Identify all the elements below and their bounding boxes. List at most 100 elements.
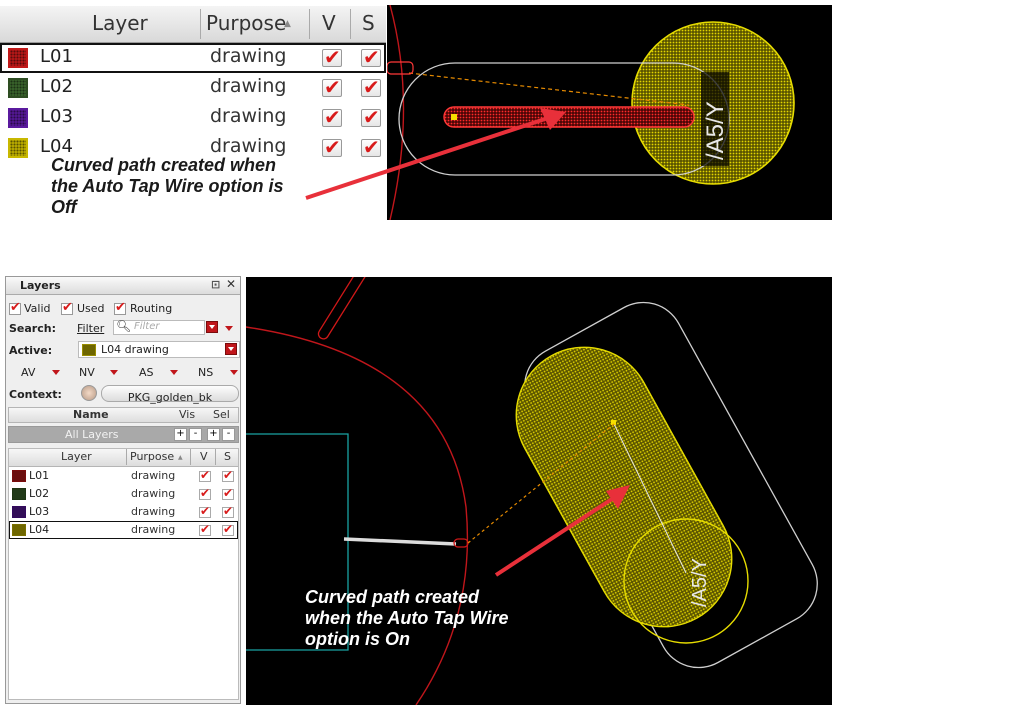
search-options-dropdown[interactable] bbox=[206, 321, 218, 333]
layer-column-header[interactable]: Layer bbox=[61, 450, 92, 463]
sort-ascending-icon: ▲ bbox=[284, 19, 291, 29]
visible-column-header[interactable]: V bbox=[322, 11, 336, 35]
routing-checkbox[interactable] bbox=[114, 300, 126, 315]
purpose-column-header[interactable]: Purpose bbox=[206, 11, 286, 35]
active-layer-value: L04 drawing bbox=[101, 343, 169, 356]
layer-purpose: drawing bbox=[210, 105, 287, 127]
active-layer-dropdown[interactable] bbox=[225, 343, 237, 355]
selectable-checkbox[interactable] bbox=[222, 468, 234, 482]
visible-checkbox[interactable] bbox=[199, 522, 211, 536]
layers-list: Layer Purpose ▲ V S L01 drawing L02 draw… bbox=[8, 448, 239, 700]
av-dropdown[interactable]: AV bbox=[21, 366, 35, 379]
all-sel-plus-button[interactable]: + bbox=[207, 428, 220, 441]
layer-color-swatch bbox=[8, 78, 28, 98]
all-layers-label: All Layers bbox=[65, 428, 119, 441]
layer-color-swatch bbox=[12, 470, 26, 482]
layers-panel: Layers ⊡ ✕ Valid Used Routing Search: Fi… bbox=[5, 276, 241, 704]
layer-name: L03 bbox=[40, 106, 73, 127]
layer-row-l03[interactable]: L03 drawing bbox=[9, 503, 238, 521]
context-user-icon[interactable] bbox=[81, 385, 97, 401]
layer-name: L02 bbox=[40, 76, 73, 97]
visible-checkbox[interactable] bbox=[199, 486, 211, 500]
layer-row-l04[interactable]: L04 drawing bbox=[9, 521, 238, 539]
layer-sets-header: Name Vis Sel bbox=[8, 407, 239, 423]
layer-purpose: drawing bbox=[131, 469, 176, 482]
selectable-checkbox[interactable] bbox=[222, 504, 234, 518]
active-layer-select[interactable]: L04 drawing bbox=[78, 341, 240, 358]
layer-row-l01[interactable]: L01 drawing bbox=[0, 43, 386, 73]
sel-column-header[interactable]: Sel bbox=[213, 408, 230, 421]
layer-purpose: drawing bbox=[131, 505, 176, 518]
layer-row-l02[interactable]: L02 drawing bbox=[0, 73, 386, 103]
net-label: /A5/Y bbox=[689, 558, 711, 607]
name-column-header[interactable]: Name bbox=[73, 408, 109, 421]
layer-color-swatch bbox=[12, 488, 26, 500]
active-layer-swatch bbox=[82, 344, 96, 356]
callout-arrow-top bbox=[305, 108, 566, 200]
layer-table-header: Layer Purpose ▲ V S bbox=[0, 6, 386, 43]
layer-row-l02[interactable]: L02 drawing bbox=[9, 485, 238, 503]
filter-button[interactable]: Filter bbox=[77, 322, 104, 335]
used-label: Used bbox=[77, 302, 105, 315]
visible-checkbox[interactable] bbox=[199, 468, 211, 482]
active-label: Active: bbox=[9, 344, 53, 357]
layer-name: L01 bbox=[29, 469, 50, 482]
context-label: Context: bbox=[9, 388, 62, 401]
layer-color-swatch bbox=[8, 138, 28, 158]
svg-text:/A5/Y: /A5/Y bbox=[702, 101, 729, 160]
visible-checkbox[interactable] bbox=[199, 504, 211, 518]
nv-arrow[interactable] bbox=[110, 370, 118, 375]
layer-name: L03 bbox=[29, 505, 50, 518]
ns-dropdown[interactable]: NS bbox=[198, 366, 213, 379]
close-icon[interactable]: ✕ bbox=[226, 277, 236, 291]
all-vis-plus-button[interactable]: + bbox=[174, 428, 187, 441]
purpose-column-header[interactable]: Purpose bbox=[130, 450, 174, 463]
context-select[interactable]: PKG_golden_bk bbox=[101, 385, 239, 404]
float-icon[interactable]: ⊡ bbox=[211, 278, 220, 291]
nv-dropdown[interactable]: NV bbox=[79, 366, 95, 379]
layer-color-swatch bbox=[8, 48, 28, 68]
selectable-checkbox[interactable] bbox=[222, 522, 234, 536]
layer-name: L01 bbox=[40, 46, 73, 67]
layer-purpose: drawing bbox=[210, 75, 287, 97]
caption-auto-tap-on: Curved path created when the Auto Tap Wi… bbox=[305, 587, 509, 649]
layer-column-header[interactable]: Layer bbox=[92, 11, 148, 35]
visible-column-header[interactable]: V bbox=[200, 450, 208, 463]
layers-list-header: Layer Purpose ▲ V S bbox=[9, 449, 238, 467]
search-menu-arrow[interactable] bbox=[225, 326, 233, 331]
visible-checkbox[interactable] bbox=[322, 45, 342, 69]
av-arrow[interactable] bbox=[52, 370, 60, 375]
layer-color-swatch bbox=[8, 108, 28, 128]
layer-color-swatch bbox=[12, 506, 26, 518]
ns-arrow[interactable] bbox=[230, 370, 238, 375]
layer-purpose: drawing bbox=[210, 45, 287, 67]
caption-auto-tap-off: Curved path created when the Auto Tap Wi… bbox=[51, 155, 284, 217]
layer-name: L02 bbox=[29, 487, 50, 500]
routing-label: Routing bbox=[130, 302, 173, 315]
layer-purpose: drawing bbox=[131, 523, 176, 536]
selectable-column-header[interactable]: S bbox=[224, 450, 231, 463]
visible-checkbox[interactable] bbox=[322, 75, 342, 99]
search-label: Search: bbox=[9, 322, 56, 335]
panel-title: Layers bbox=[20, 279, 61, 292]
selectable-checkbox[interactable] bbox=[222, 486, 234, 500]
valid-checkbox[interactable] bbox=[9, 300, 21, 315]
layer-name: L04 bbox=[40, 136, 73, 157]
layer-row-l01[interactable]: L01 drawing bbox=[9, 467, 238, 485]
layer-purpose: drawing bbox=[131, 487, 176, 500]
selectable-column-header[interactable]: S bbox=[362, 11, 375, 35]
vis-column-header[interactable]: Vis bbox=[179, 408, 195, 421]
selectable-checkbox[interactable] bbox=[361, 45, 381, 69]
search-placeholder: Filter bbox=[134, 321, 160, 332]
all-layers-row[interactable]: All Layers + - + - bbox=[8, 426, 239, 443]
all-sel-minus-button[interactable]: - bbox=[222, 428, 235, 441]
as-arrow[interactable] bbox=[170, 370, 178, 375]
selectable-checkbox[interactable] bbox=[361, 75, 381, 99]
used-checkbox[interactable] bbox=[61, 300, 73, 315]
svg-text:/A5/Y: /A5/Y bbox=[689, 558, 711, 607]
as-dropdown[interactable]: AS bbox=[139, 366, 154, 379]
search-input[interactable]: 🔍︎ Filter bbox=[113, 319, 205, 335]
panel-title-bar: Layers ⊡ ✕ bbox=[6, 277, 240, 295]
all-vis-minus-button[interactable]: - bbox=[189, 428, 202, 441]
valid-label: Valid bbox=[24, 302, 51, 315]
